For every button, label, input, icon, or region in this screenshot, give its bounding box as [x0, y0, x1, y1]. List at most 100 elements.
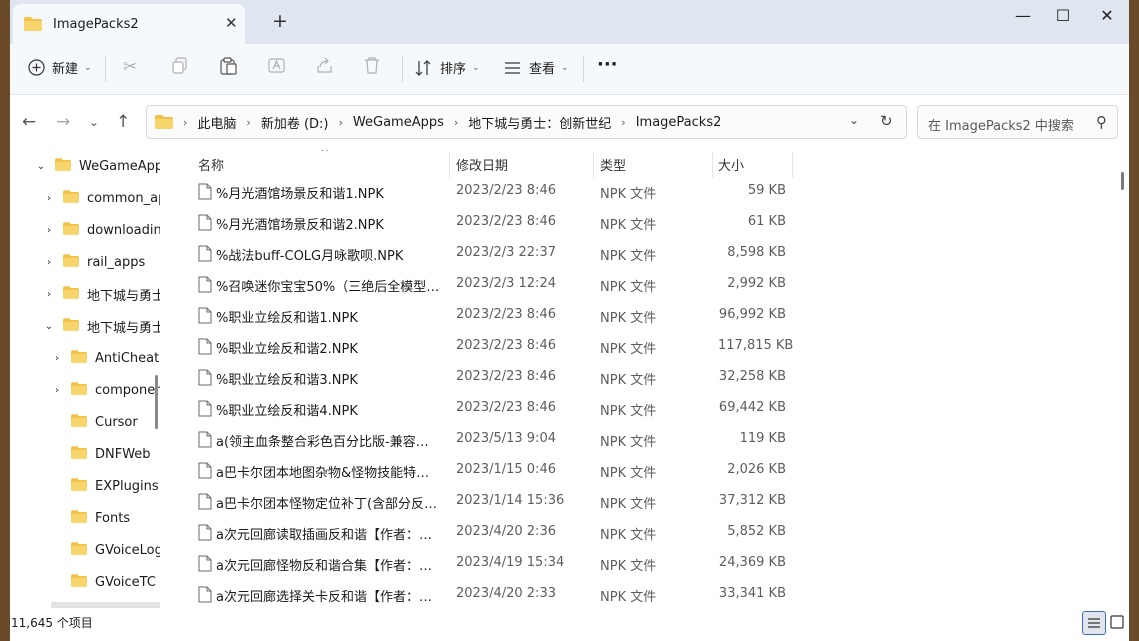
chevron-right-icon[interactable]: › — [51, 385, 63, 396]
tree-item-rail-apps[interactable]: › rail_apps — [43, 248, 145, 276]
tree-item-gvoicetc[interactable]: GVoiceTC — [51, 568, 156, 596]
breadcrumb-this-pc[interactable]: 此电脑 — [197, 113, 236, 132]
file-date: 2023/2/23 8:46 — [456, 214, 556, 229]
file-date: 2023/4/20 2:33 — [456, 586, 556, 601]
column-divider[interactable] — [449, 152, 450, 178]
column-header-name[interactable]: 名称 — [198, 150, 224, 178]
chevron-right-icon[interactable]: › — [43, 289, 55, 300]
table-row[interactable]: %职业立绘反和谐2.NPK 2023/2/23 8:46 NPK 文件 117,815… — [170, 331, 1129, 362]
rename-icon[interactable] — [268, 57, 285, 79]
tree-item-gvoicelog[interactable]: GVoiceLog — [51, 536, 160, 564]
tree-item-dnf-sf[interactable]: ⌄ 地下城与勇士：创新世纪 — [43, 312, 160, 340]
forward-arrow-icon[interactable]: → — [56, 112, 70, 132]
file-list[interactable]: ^ 名称 修改日期 类型 大小 %月光酒馆场景反和谐1.NPK 2023/2/23… — [170, 150, 1129, 608]
folder-icon — [71, 349, 87, 367]
tree-item-label: EXPlugins — [95, 478, 159, 494]
file-size: 2,026 KB — [727, 462, 786, 477]
tree-item-common-apps[interactable]: › common_apps — [43, 184, 160, 212]
address-bar[interactable]: › 此电脑 › 新加卷 (D:) › WeGameApps › 地下城与勇士：创… — [146, 105, 907, 139]
column-header-size[interactable]: 大小 — [718, 150, 744, 178]
up-arrow-icon[interactable]: ↑ — [116, 112, 130, 132]
column-divider[interactable] — [593, 152, 594, 178]
tree-item-dnf[interactable]: › 地下城与勇士 — [43, 280, 160, 308]
copy-icon[interactable] — [172, 57, 188, 79]
chevron-right-icon[interactable]: › — [51, 353, 63, 364]
breadcrumb-wegameapps[interactable]: WeGameApps — [353, 115, 444, 130]
column-header-date[interactable]: 修改日期 — [456, 150, 508, 178]
new-button[interactable]: 新建 ⌄ — [28, 58, 92, 77]
file-name: a巴卡尔团本地图杂物&怪物技能特效部... — [216, 466, 441, 481]
file-date: 2023/2/23 8:46 — [456, 338, 556, 353]
tree-item-fonts[interactable]: Fonts — [51, 504, 130, 532]
file-type: NPK 文件 — [600, 435, 657, 450]
tree-item-anticheat[interactable]: › AntiCheatExpert — [51, 344, 160, 372]
folder-icon — [71, 477, 87, 495]
chevron-right-icon[interactable]: › — [43, 225, 55, 236]
tab-close-icon[interactable]: ✕ — [225, 14, 238, 32]
more-options-button[interactable]: ··· — [597, 54, 618, 75]
file-date: 2023/2/3 12:24 — [456, 276, 556, 291]
chevron-right-icon[interactable]: › — [43, 193, 55, 204]
tree-item-label: 地下城与勇士：创新世纪 — [87, 320, 160, 336]
explorer-window: ImagePacks2 ✕ + — ☐ ✕ 新建 ⌄ ✂ 排序 ⌄ 查看 ⌄ ·… — [10, 0, 1129, 641]
npk-file-icon — [198, 431, 212, 452]
recent-chevron-icon[interactable]: ⌄ — [89, 115, 99, 129]
column-divider[interactable] — [792, 152, 793, 178]
navigation-bar: ← → ⌄ ↑ › 此电脑 › 新加卷 (D:) › WeGameApps › … — [10, 95, 1129, 150]
table-row[interactable]: %月光酒馆场景反和谐2.NPK 2023/2/23 8:46 NPK 文件 61 KB — [170, 207, 1129, 238]
close-button[interactable]: ✕ — [1084, 6, 1129, 25]
tiles-view-button[interactable] — [1106, 611, 1128, 633]
table-row[interactable]: a次元回廊选择关卡反和谐【作者：裂空... 2023/4/20 2:33 NPK 文… — [170, 579, 1129, 608]
navigation-pane[interactable]: ⌄ WeGameApps › common_apps › downloading… — [10, 150, 160, 608]
column-header-type[interactable]: 类型 — [600, 150, 626, 178]
file-list-scrollbar[interactable] — [1121, 172, 1124, 190]
table-row[interactable]: a(领主血条整合彩色百分比版-兼容团本... 2023/5/13 9:04 NPK … — [170, 424, 1129, 455]
breadcrumb-imagepacks2[interactable]: ImagePacks2 — [636, 115, 722, 130]
tree-item-dnfweb[interactable]: DNFWeb — [51, 440, 151, 468]
table-row[interactable]: a次元回廊读取插画反和谐【作者：裂空... 2023/4/20 2:36 NPK 文… — [170, 517, 1129, 548]
new-tab-button[interactable]: + — [272, 10, 288, 32]
table-row[interactable]: %职业立绘反和谐3.NPK 2023/2/23 8:46 NPK 文件 32,258 … — [170, 362, 1129, 393]
chevron-down-icon[interactable]: ⌄ — [35, 161, 47, 172]
refresh-icon[interactable]: ↻ — [880, 112, 893, 130]
maximize-button[interactable]: ☐ — [1040, 6, 1086, 25]
tab-imagepacks2[interactable]: ImagePacks2 ✕ — [13, 4, 245, 44]
tree-item-wegameapps[interactable]: ⌄ WeGameApps — [35, 152, 160, 180]
tree-item-explugins[interactable]: EXPlugins — [51, 472, 159, 500]
table-row[interactable]: %职业立绘反和谐4.NPK 2023/2/23 8:46 NPK 文件 69,442 … — [170, 393, 1129, 424]
breadcrumb-dnf[interactable]: 地下城与勇士：创新世纪 — [468, 113, 611, 132]
tree-item-label: common_apps — [87, 190, 160, 206]
chevron-down-icon[interactable]: ⌄ — [43, 321, 55, 332]
details-view-button[interactable] — [1082, 611, 1106, 635]
details-view-icon — [1088, 618, 1100, 628]
tree-item-components[interactable]: › components — [51, 376, 160, 404]
delete-icon[interactable] — [364, 57, 380, 79]
address-dropdown-icon[interactable]: ⌄ — [849, 113, 859, 127]
sort-button[interactable]: 排序 ⌄ — [415, 58, 480, 77]
sidebar-scrollbar[interactable] — [155, 375, 158, 429]
folder-icon — [63, 189, 79, 207]
file-name: a次元回廊读取插画反和谐【作者：裂空... — [216, 528, 441, 543]
npk-file-icon — [198, 183, 212, 204]
column-divider[interactable] — [712, 152, 713, 178]
file-date: 2023/2/23 8:46 — [456, 400, 556, 415]
folder-icon — [71, 573, 87, 591]
back-arrow-icon[interactable]: ← — [22, 112, 36, 132]
chevron-right-icon[interactable]: › — [43, 257, 55, 268]
view-button[interactable]: 查看 ⌄ — [504, 58, 569, 77]
table-row[interactable]: %召唤迷你宝宝50%（三绝后全模型）.n... 2023/2/3 12:24 NPK… — [170, 269, 1129, 300]
share-icon[interactable] — [316, 57, 333, 79]
search-box[interactable]: 在 ImagePacks2 中搜索 ⚲ — [917, 105, 1118, 139]
table-row[interactable]: a巴卡尔团本地图杂物&怪物技能特效部... 2023/1/15 0:46 NPK 文… — [170, 455, 1129, 486]
table-row[interactable]: %战法buff-COLG月咏歌呗.NPK 2023/2/3 22:37 NPK 文件… — [170, 238, 1129, 269]
cut-icon[interactable]: ✂ — [123, 57, 137, 77]
table-row[interactable]: a次元回廊怪物反和谐合集【作者：裂空... 2023/4/19 15:34 NPK … — [170, 548, 1129, 579]
table-row[interactable]: %职业立绘反和谐1.NPK 2023/2/23 8:46 NPK 文件 96,992 … — [170, 300, 1129, 331]
table-row[interactable]: a巴卡尔团本怪物定位补丁(含部分反和谐... 2023/1/14 15:36 NPK… — [170, 486, 1129, 517]
paste-icon[interactable] — [220, 57, 237, 80]
table-row[interactable]: %月光酒馆场景反和谐1.NPK 2023/2/23 8:46 NPK 文件 59 KB — [170, 176, 1129, 207]
tree-item-downloading[interactable]: › downloading — [43, 216, 160, 244]
tree-item-cursor[interactable]: Cursor — [51, 408, 138, 436]
breadcrumb-drive-d[interactable]: 新加卷 (D:) — [261, 113, 329, 132]
file-type: NPK 文件 — [600, 404, 657, 419]
